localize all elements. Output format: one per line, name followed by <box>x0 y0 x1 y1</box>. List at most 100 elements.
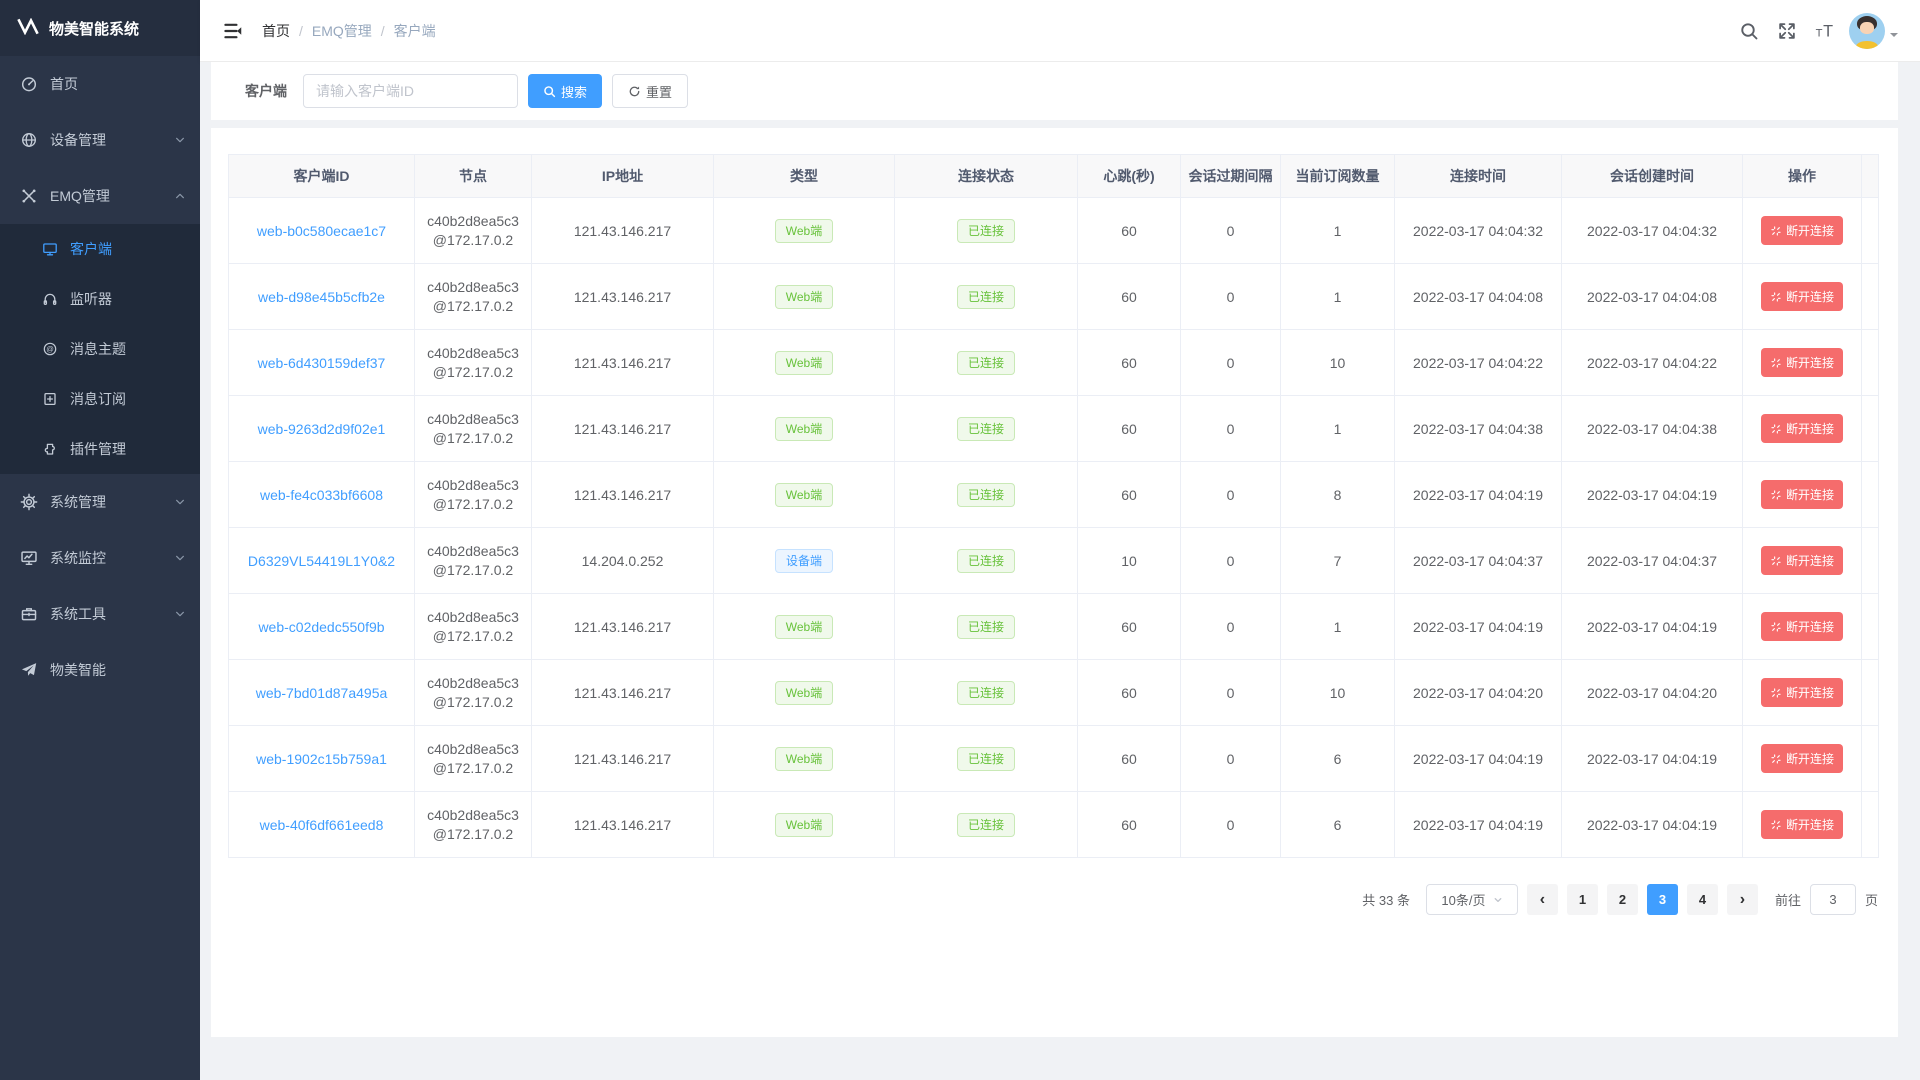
font-size-icon[interactable]: T T <box>1815 21 1835 41</box>
sidebar-item[interactable]: EMQ管理 <box>0 168 200 224</box>
sidebar-subitem-label: 客户端 <box>70 239 200 259</box>
sidebar-subitem[interactable]: 客户端 <box>0 224 200 274</box>
sidebar-subitem[interactable]: 插件管理 <box>0 424 200 474</box>
client-id-link[interactable]: D6329VL54419L1Y0&2 <box>248 553 395 569</box>
topbar-right: T T <box>1721 13 1898 49</box>
client-id-link[interactable]: web-d98e45b5cfb2e <box>258 289 385 305</box>
status-badge: 已连接 <box>957 351 1015 375</box>
search-icon <box>543 85 556 98</box>
created-at-cell: 2022-03-17 04:04:20 <box>1562 660 1743 726</box>
disconnect-button[interactable]: 断开连接 <box>1761 480 1843 509</box>
connected-at-cell: 2022-03-17 04:04:19 <box>1395 462 1562 528</box>
subscriptions-cell: 6 <box>1281 726 1395 792</box>
sidebar-subitem[interactable]: @消息主题 <box>0 324 200 374</box>
hamburger-icon[interactable] <box>222 20 244 42</box>
disconnect-button[interactable]: 断开连接 <box>1761 414 1843 443</box>
heartbeat-cell: 60 <box>1078 330 1181 396</box>
page-size-select[interactable]: 10条/页 <box>1426 884 1518 915</box>
table-gutter-cell <box>1862 396 1879 462</box>
disconnect-button[interactable]: 断开连接 <box>1761 678 1843 707</box>
sidebar-item[interactable]: 物美智能 <box>0 642 200 698</box>
reset-button[interactable]: 重置 <box>612 74 688 108</box>
disconnect-button-label: 断开连接 <box>1786 288 1834 305</box>
created-at-cell: 2022-03-17 04:04:19 <box>1562 792 1743 858</box>
prev-page-button[interactable]: ‹ <box>1527 884 1558 915</box>
page-number-button[interactable]: 1 <box>1567 884 1598 915</box>
expiry-cell: 0 <box>1181 264 1281 330</box>
table-gutter-cell <box>1862 264 1879 330</box>
sidebar-item[interactable]: 首页 <box>0 56 200 112</box>
created-at-cell: 2022-03-17 04:04:19 <box>1562 726 1743 792</box>
table-header-row: 客户端ID节点IP地址类型连接状态心跳(秒)会话过期间隔当前订阅数量连接时间会话… <box>229 155 1879 198</box>
client-id-link[interactable]: web-40f6df661eed8 <box>260 817 384 833</box>
disconnect-button-label: 断开连接 <box>1786 618 1834 635</box>
client-id-link[interactable]: web-9263d2d9f02e1 <box>258 421 386 437</box>
subscriptions-cell: 8 <box>1281 462 1395 528</box>
dashboard-icon <box>20 75 38 93</box>
sidebar-item[interactable]: 系统管理 <box>0 474 200 530</box>
sidebar-subitem[interactable]: 消息订阅 <box>0 374 200 424</box>
node-name: c40b2d8ea5c3 <box>416 476 530 495</box>
chevron-down-icon <box>1493 895 1503 905</box>
client-id-link[interactable]: web-7bd01d87a495a <box>256 685 388 701</box>
table-row: web-b0c580ecae1c7 c40b2d8ea5c3 @172.17.0… <box>229 198 1879 264</box>
send-icon <box>20 661 38 679</box>
sidebar-nav: 首页设备管理 EMQ管理客户端监听器 @消息主题消息订阅插件管理系统管理系统监控系统… <box>0 56 200 698</box>
fullscreen-icon[interactable] <box>1777 21 1797 41</box>
sidebar: 物美智能系统 首页设备管理 EMQ管理客户端监听器 @消息主题消息订阅插件管理系统管… <box>0 0 200 1080</box>
type-badge: Web端 <box>775 219 833 243</box>
avatar[interactable] <box>1849 13 1885 49</box>
monitor-icon <box>20 549 38 567</box>
heartbeat-cell: 60 <box>1078 462 1181 528</box>
client-id-link[interactable]: web-6d430159def37 <box>258 355 386 371</box>
client-id-link[interactable]: web-b0c580ecae1c7 <box>257 223 386 239</box>
sidebar-item[interactable]: 设备管理 <box>0 112 200 168</box>
topbar: 首页 / EMQ管理 / 客户端 T T <box>200 0 1920 62</box>
status-badge: 已连接 <box>957 615 1015 639</box>
sidebar-item[interactable]: 系统工具 <box>0 586 200 642</box>
unlink-icon <box>1770 555 1782 567</box>
sidebar-subitem-label: 监听器 <box>70 289 200 309</box>
listener-icon <box>42 291 58 307</box>
search-button[interactable]: 搜索 <box>528 74 602 108</box>
next-page-button[interactable]: › <box>1727 884 1758 915</box>
disconnect-button[interactable]: 断开连接 <box>1761 744 1843 773</box>
subscriptions-cell: 1 <box>1281 264 1395 330</box>
client-id-link[interactable]: web-fe4c033bf6608 <box>260 487 383 503</box>
page-number-button[interactable]: 2 <box>1607 884 1638 915</box>
caret-down-icon[interactable] <box>1890 33 1898 41</box>
disconnect-button[interactable]: 断开连接 <box>1761 612 1843 641</box>
client-id-link[interactable]: web-c02dedc550f9b <box>258 619 384 635</box>
expiry-cell: 0 <box>1181 330 1281 396</box>
status-badge: 已连接 <box>957 747 1015 771</box>
node-address: @172.17.0.2 <box>416 627 530 646</box>
sidebar-item-label: EMQ管理 <box>50 186 174 206</box>
disconnect-button[interactable]: 断开连接 <box>1761 282 1843 311</box>
disconnect-button[interactable]: 断开连接 <box>1761 216 1843 245</box>
search-icon[interactable] <box>1739 21 1759 41</box>
avatar-body <box>1856 41 1878 49</box>
sidebar-item[interactable]: 系统监控 <box>0 530 200 586</box>
logo-icon <box>16 18 40 39</box>
disconnect-button-label: 断开连接 <box>1786 750 1834 767</box>
tools-icon <box>20 605 38 623</box>
goto-page-input[interactable] <box>1810 884 1856 915</box>
disconnect-button[interactable]: 断开连接 <box>1761 348 1843 377</box>
goto-label: 前往 <box>1775 890 1801 909</box>
breadcrumb-home[interactable]: 首页 <box>262 21 290 41</box>
disconnect-button-label: 断开连接 <box>1786 684 1834 701</box>
page-number-button[interactable]: 3 <box>1647 884 1678 915</box>
app-logo[interactable]: 物美智能系统 <box>0 0 200 56</box>
unlink-icon <box>1770 225 1782 237</box>
sidebar-subitem[interactable]: 监听器 <box>0 274 200 324</box>
disconnect-button[interactable]: 断开连接 <box>1761 810 1843 839</box>
node-address: @172.17.0.2 <box>416 495 530 514</box>
client-id-input[interactable] <box>303 74 518 108</box>
client-id-link[interactable]: web-1902c15b759a1 <box>256 751 387 767</box>
heartbeat-cell: 60 <box>1078 264 1181 330</box>
sidebar-subitem-label: 消息订阅 <box>70 389 200 409</box>
node-name: c40b2d8ea5c3 <box>416 740 530 759</box>
page-number-button[interactable]: 4 <box>1687 884 1718 915</box>
disconnect-button[interactable]: 断开连接 <box>1761 546 1843 575</box>
connected-at-cell: 2022-03-17 04:04:32 <box>1395 198 1562 264</box>
